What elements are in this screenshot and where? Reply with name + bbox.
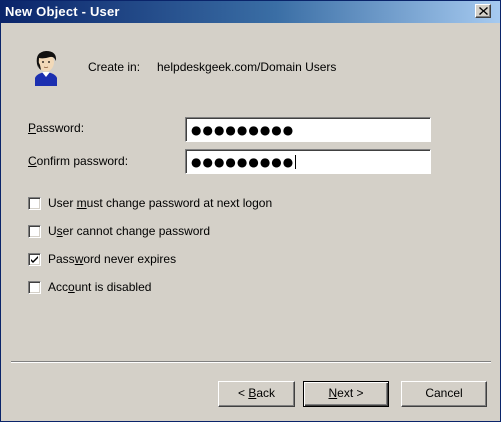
user-icon [35, 51, 57, 86]
confirm-password-field[interactable]: ●●●●●●●●● [185, 149, 431, 174]
new-object-user-dialog: New Object - User Create in: helpdeskgee… [0, 0, 501, 422]
password-value: ●●●●●●●●● [191, 123, 295, 137]
password-label: Password: [28, 121, 84, 135]
close-icon [479, 7, 488, 15]
confirm-password-label-text: onfirm password: [36, 154, 129, 168]
password-never-expires-label[interactable]: Password never expires [48, 252, 176, 266]
option-text: unt is disabled [74, 280, 152, 294]
window-title: New Object - User [5, 4, 120, 19]
option-text: Pass [48, 252, 75, 266]
create-in-path: helpdeskgeek.com/Domain Users [157, 60, 337, 74]
password-label-text: assword: [36, 121, 85, 135]
next-button[interactable]: Next > [303, 381, 389, 407]
text-caret [295, 155, 297, 169]
create-in-label: Create in: [88, 60, 141, 74]
cancel-button[interactable]: Cancel [401, 381, 487, 407]
option-text: User [48, 196, 77, 210]
password-field[interactable]: ●●●●●●●●● [185, 117, 431, 142]
option-mnemonic: m [76, 196, 87, 210]
account-disabled-checkbox[interactable] [28, 281, 41, 294]
cancel-button-text: Cancel [425, 386, 463, 400]
cannot-change-password-label[interactable]: User cannot change password [48, 224, 210, 238]
next-button-text: ext > [337, 386, 364, 400]
next-button-mnemonic: N [328, 386, 338, 400]
separator-highlight [11, 362, 491, 363]
option-mnemonic: o [68, 280, 75, 294]
option-text: Acc [48, 280, 69, 294]
checkmark-icon [31, 256, 38, 263]
back-button[interactable]: < Back [218, 381, 295, 407]
must-change-password-checkbox[interactable] [28, 197, 41, 210]
option-text: er cannot change password [62, 224, 211, 238]
option-text: ord never expires [83, 252, 177, 266]
password-never-expires-checkbox[interactable] [28, 253, 41, 266]
confirm-password-label: Confirm password: [28, 154, 128, 168]
back-button-text: ack [256, 386, 276, 400]
must-change-password-label[interactable]: User must change password at next logon [48, 196, 272, 210]
account-disabled-label[interactable]: Account is disabled [48, 280, 151, 294]
title-bar[interactable]: New Object - User [1, 1, 500, 23]
confirm-password-label-mnemonic: C [28, 154, 37, 168]
option-text: U [48, 224, 57, 238]
confirm-password-value: ●●●●●●●●● [191, 155, 295, 169]
confirm-password-value-wrap: ●●●●●●●●● [191, 155, 297, 169]
password-label-mnemonic: P [28, 121, 37, 135]
option-text: ust change password at next logon [86, 196, 273, 210]
back-button-prefix: < [237, 386, 249, 400]
close-button[interactable] [475, 4, 491, 18]
cannot-change-password-checkbox[interactable] [28, 225, 41, 238]
